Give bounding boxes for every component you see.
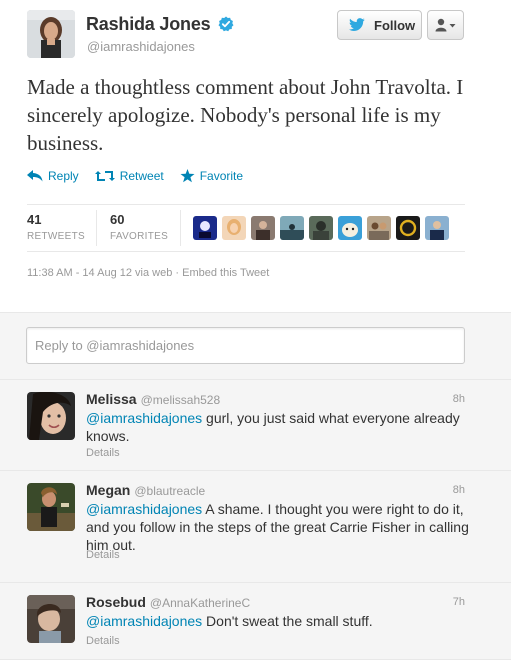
reply-composer — [0, 312, 511, 380]
twitter-bird-icon — [349, 18, 365, 31]
reply-handle[interactable]: @blautreacle — [134, 484, 205, 498]
reply-body: Don't sweat the small stuff. — [202, 613, 373, 629]
tweet-stats: 41 RETWEETS 60 FAVORITES — [27, 204, 465, 252]
retweets-stat[interactable]: 41 RETWEETS — [27, 210, 97, 246]
reply-timestamp[interactable]: 8h — [453, 484, 465, 496]
mention-link[interactable]: @iamrashidajones — [86, 501, 202, 517]
reply-fullname[interactable]: Rosebud — [86, 594, 146, 610]
favoriter-avatar[interactable] — [309, 216, 333, 240]
reply-label: Reply — [48, 169, 79, 183]
star-icon — [180, 169, 195, 183]
user-handle[interactable]: @iamrashidajones — [87, 39, 195, 54]
favorite-action[interactable]: Favorite — [180, 169, 243, 183]
reply-author[interactable]: Megan @blautreacle — [86, 482, 205, 498]
mention-link[interactable]: @iamrashidajones — [86, 410, 202, 426]
favoriter-avatar[interactable] — [193, 216, 217, 240]
avatar[interactable] — [27, 483, 75, 531]
reply-icon — [27, 170, 43, 182]
tweet-actions: Reply Retweet Favorite — [27, 166, 259, 186]
reply-fullname[interactable]: Megan — [86, 482, 130, 498]
tweet-meta: 11:38 AM - 14 Aug 12 via web · Embed thi… — [27, 267, 270, 279]
mention-link[interactable]: @iamrashidajones — [86, 613, 202, 629]
follow-label: Follow — [374, 17, 416, 33]
favoriter-avatar[interactable] — [367, 216, 391, 240]
details-link[interactable]: Details — [86, 447, 120, 459]
list-item[interactable]: Rosebud @AnnaKatherineC 7h @iamrashidajon… — [0, 583, 511, 660]
details-link[interactable]: Details — [86, 549, 120, 561]
favorites-label: FAVORITES — [110, 231, 169, 242]
favorites-count: 60 — [110, 212, 125, 227]
favorites-stat[interactable]: 60 FAVORITES — [97, 210, 181, 246]
avatar[interactable] — [27, 392, 75, 440]
avatar[interactable] — [27, 595, 75, 643]
retweet-label: Retweet — [119, 169, 164, 183]
retweets-count: 41 — [27, 212, 42, 227]
favoriter-avatar[interactable] — [396, 216, 420, 240]
verified-badge-icon — [218, 16, 234, 32]
avatar[interactable] — [27, 10, 75, 58]
reply-action[interactable]: Reply — [27, 169, 79, 183]
reply-timestamp[interactable]: 8h — [453, 393, 465, 405]
tweet-text: Made a thoughtless comment about John Tr… — [27, 75, 464, 155]
retweets-label: RETWEETS — [27, 231, 85, 242]
reply-handle[interactable]: @AnnaKatherineC — [150, 596, 250, 610]
user-dropdown-button[interactable] — [427, 10, 464, 40]
follow-button[interactable]: Follow — [337, 10, 422, 40]
reply-text: @iamrashidajones Don't sweat the small s… — [86, 612, 471, 630]
reply-author[interactable]: Rosebud @AnnaKatherineC — [86, 594, 250, 610]
favoriter-avatar[interactable] — [251, 216, 275, 240]
favoriter-avatar[interactable] — [222, 216, 246, 240]
favoriter-avatar[interactable] — [425, 216, 449, 240]
retweet-action[interactable]: Retweet — [94, 169, 164, 183]
tweet-permalink: Rashida Jones @iamrashidajones Follow Ma… — [0, 0, 511, 312]
reply-input[interactable] — [26, 327, 465, 364]
list-item[interactable]: Melissa @melissah528 8h @iamrashidajones … — [0, 380, 511, 471]
user-icon — [435, 18, 455, 32]
reply-text: @iamrashidajones gurl, you just said wha… — [86, 409, 471, 445]
reply-handle[interactable]: @melissah528 — [141, 393, 221, 407]
user-fullname[interactable]: Rashida Jones — [86, 14, 211, 35]
details-link[interactable]: Details — [86, 635, 120, 647]
reply-fullname[interactable]: Melissa — [86, 391, 137, 407]
reply-text: @iamrashidajones A shame. I thought you … — [86, 500, 471, 554]
reply-timestamp[interactable]: 7h — [453, 596, 465, 608]
favoriter-avatars — [193, 216, 454, 240]
list-item[interactable]: Megan @blautreacle 8h @iamrashidajones A … — [0, 471, 511, 583]
reply-author[interactable]: Melissa @melissah528 — [86, 391, 220, 407]
favoriter-avatar[interactable] — [280, 216, 304, 240]
replies-list: Melissa @melissah528 8h @iamrashidajones … — [0, 380, 511, 660]
favorite-label: Favorite — [199, 169, 244, 183]
favoriter-avatar[interactable] — [338, 216, 362, 240]
retweet-icon — [94, 171, 115, 181]
